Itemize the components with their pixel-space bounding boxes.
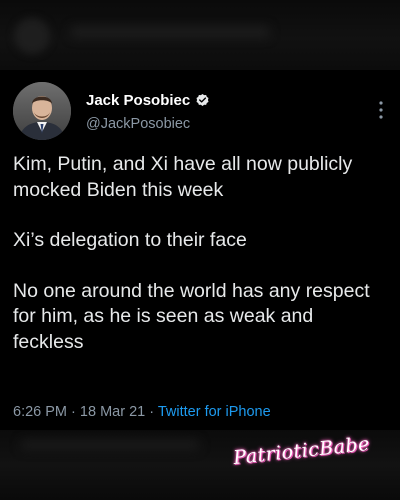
author-handle[interactable]: @JackPosobiec bbox=[86, 116, 190, 132]
author-name-row[interactable]: Jack Posobiec bbox=[86, 90, 210, 110]
tweet-paragraph: Kim, Putin, and Xi have all now publicly… bbox=[13, 153, 353, 201]
tweet-paragraph: Xi’s delegation to their face bbox=[13, 229, 247, 251]
tweet-paragraph: No one around the world has any respect … bbox=[13, 279, 370, 353]
screenshot-frame: Jack Posobiec @JackPosobiec Kim, Putin, … bbox=[0, 0, 400, 500]
blurred-text bbox=[20, 440, 200, 450]
blurred-text bbox=[70, 26, 270, 38]
blurred-avatar bbox=[14, 18, 50, 54]
tweet-date[interactable]: 18 Mar 21 bbox=[80, 404, 145, 420]
more-options-icon[interactable] bbox=[378, 100, 384, 120]
author-display-name[interactable]: Jack Posobiec bbox=[86, 92, 190, 109]
avatar[interactable] bbox=[13, 82, 71, 140]
meta-separator: · bbox=[71, 404, 76, 420]
verified-badge-icon bbox=[196, 93, 209, 106]
tweet-metadata: 6:26 PM · 18 Mar 21 · Twitter for iPhone bbox=[13, 404, 271, 420]
avatar-photo bbox=[13, 82, 71, 140]
tweet-card[interactable]: Jack Posobiec @JackPosobiec Kim, Putin, … bbox=[0, 70, 400, 430]
meta-separator: · bbox=[149, 404, 155, 420]
tweet-source-link[interactable]: Twitter for iPhone bbox=[158, 404, 271, 420]
blurred-header-area bbox=[0, 0, 400, 70]
tweet-time[interactable]: 6:26 PM bbox=[13, 404, 67, 420]
tweet-text: Kim, Putin, and Xi have all now publicly… bbox=[13, 152, 388, 355]
